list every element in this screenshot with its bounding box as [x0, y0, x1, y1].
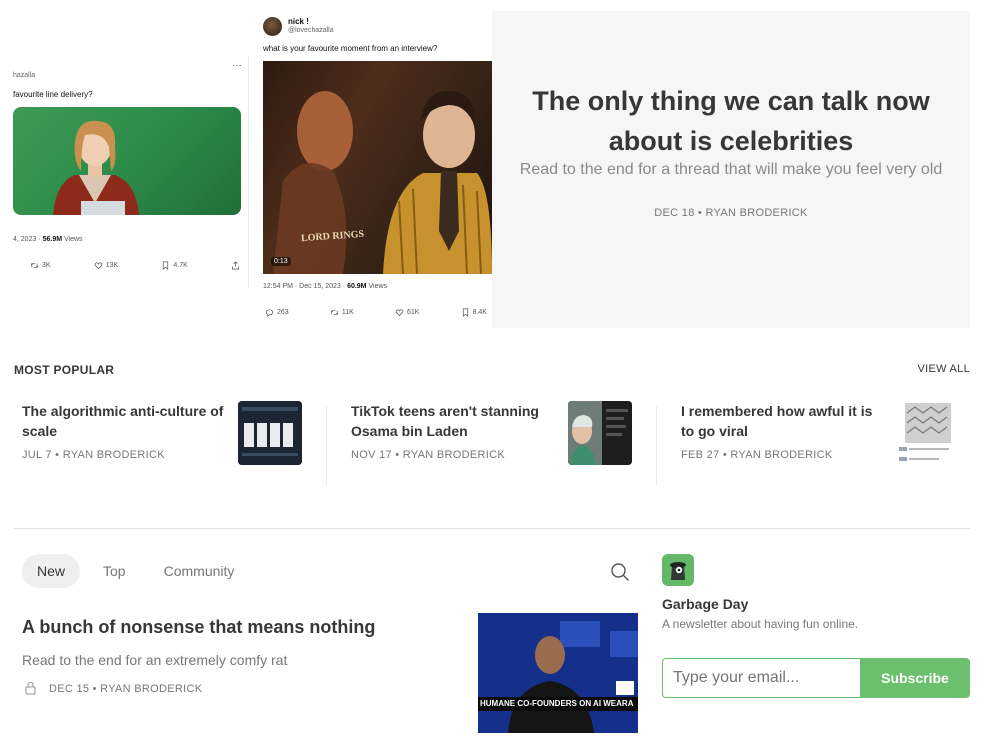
post-meta: NOV 17 • RYAN BRODERICK: [351, 449, 505, 461]
search-icon[interactable]: [610, 562, 630, 582]
post-title[interactable]: TikTok teens aren't stanning Osama bin L…: [351, 401, 556, 441]
heart-icon: [94, 262, 103, 270]
post-title[interactable]: I remembered how awful it is to go viral: [681, 401, 886, 441]
post-title[interactable]: The algorithmic anti-culture of scale: [22, 401, 227, 441]
email-field[interactable]: [662, 658, 860, 698]
tab-community[interactable]: Community: [149, 554, 250, 588]
newsletter-logo[interactable]: [662, 554, 694, 586]
bookmark-action[interactable]: 8.4K: [461, 308, 487, 317]
more-options-icon[interactable]: ···: [232, 60, 242, 71]
divider: [326, 406, 327, 486]
post-meta: DEC 15 • RYAN BRODERICK: [22, 681, 202, 696]
post-date-author: DEC 15 • RYAN BRODERICK: [49, 682, 203, 695]
post-meta: FEB 27 • RYAN BRODERICK: [681, 449, 833, 461]
tweet-author-name: nick !: [288, 17, 309, 26]
reply-icon: [265, 309, 274, 317]
post-subtitle: Read to the end for an extremely comfy r…: [22, 652, 288, 668]
tweet-video-thumbnail[interactable]: LORD RINGS 0:13: [263, 61, 492, 274]
thumbnail-image: [238, 401, 302, 465]
embedded-tweet-left[interactable]: ··· hazalla favourite line delivery? 4, …: [0, 56, 249, 288]
like-action[interactable]: 61K: [395, 308, 419, 317]
featured-post-title[interactable]: The only thing we can talk now about is …: [492, 81, 970, 161]
post-thumbnail[interactable]: [568, 401, 632, 465]
share-icon: [231, 261, 240, 270]
bookmark-icon: [163, 261, 169, 270]
hero-section: ··· hazalla favourite line delivery? 4, …: [0, 0, 998, 330]
tweet-actions: 3K 13K 4.7K: [30, 261, 240, 270]
tweet-meta: 4, 2023 · 56.9M Views: [13, 236, 83, 243]
featured-post-subtitle: Read to the end for a thread that will m…: [519, 161, 943, 178]
most-popular-header: MOST POPULAR VIEW ALL: [14, 363, 970, 377]
post-title[interactable]: A bunch of nonsense that means nothing: [22, 617, 375, 638]
post-meta: JUL 7 • RYAN BRODERICK: [22, 449, 165, 461]
view-all-link[interactable]: VIEW ALL: [917, 363, 970, 377]
subscribe-button[interactable]: Subscribe: [860, 658, 970, 698]
tweet-text: favourite line delivery?: [13, 90, 93, 99]
bookmark-icon: [462, 308, 468, 317]
thumbnail-image: [478, 613, 638, 733]
featured-post-card[interactable]: The only thing we can talk now about is …: [492, 11, 970, 328]
feed-tabs: New Top Community: [22, 554, 249, 588]
section-divider: [14, 528, 970, 529]
tab-top[interactable]: Top: [88, 554, 141, 588]
featured-post-meta: DEC 18 • RYAN BRODERICK: [654, 207, 808, 219]
list-item[interactable]: TikTok teens aren't stanning Osama bin L…: [351, 398, 632, 488]
retweet-icon: [30, 263, 39, 268]
retweet-action[interactable]: 11K: [330, 308, 354, 317]
avatar: [263, 17, 282, 36]
tab-new[interactable]: New: [22, 554, 81, 588]
garbage-day-logo-icon: [662, 554, 694, 586]
like-action[interactable]: 13K: [94, 261, 118, 270]
post-thumbnail[interactable]: [238, 401, 302, 465]
tweet-text: what is your favourite moment from an in…: [263, 44, 438, 53]
reply-action[interactable]: 263: [265, 308, 289, 317]
tweet-video-thumbnail[interactable]: [13, 107, 241, 215]
lock-icon: [25, 681, 36, 695]
post-thumbnail[interactable]: HUMANE CO-FOUNDERS ON AI WEARA: [478, 613, 638, 733]
post-thumbnail[interactable]: [897, 401, 961, 465]
thumbnail-image: [568, 401, 632, 465]
tweet-handle: @lovechazalla: [288, 27, 334, 34]
thumbnail-image: [897, 401, 961, 465]
retweet-action[interactable]: 3K: [30, 261, 51, 270]
video-chyron: HUMANE CO-FOUNDERS ON AI WEARA: [478, 697, 638, 711]
retweet-icon: [330, 310, 339, 315]
movie-still-image: [273, 90, 492, 274]
tweet-actions: 263 11K 61K 8.4K: [265, 308, 487, 317]
list-item[interactable]: I remembered how awful it is to go viral…: [681, 398, 961, 488]
section-title: MOST POPULAR: [14, 363, 115, 377]
divider: [656, 406, 657, 486]
video-timecode: 0:13: [271, 257, 291, 266]
most-popular-list: The algorithmic anti-culture of scale JU…: [0, 398, 998, 488]
share-action[interactable]: [231, 261, 240, 270]
newsletter-name[interactable]: Garbage Day: [662, 596, 748, 612]
list-item[interactable]: The algorithmic anti-culture of scale JU…: [22, 398, 302, 488]
tweet-handle: hazalla: [13, 72, 36, 79]
embedded-tweet-right[interactable]: nick ! @lovechazalla what is your favour…: [257, 12, 492, 324]
person-image: [53, 120, 139, 215]
heart-icon: [395, 309, 404, 317]
newsletter-description: A newsletter about having fun online.: [662, 617, 859, 631]
bookmark-action[interactable]: 4.7K: [161, 261, 188, 270]
subscribe-form: Subscribe: [662, 658, 970, 698]
tweet-meta: 12:54 PM · Dec 15, 2023 · 60.9M Views: [263, 283, 388, 290]
